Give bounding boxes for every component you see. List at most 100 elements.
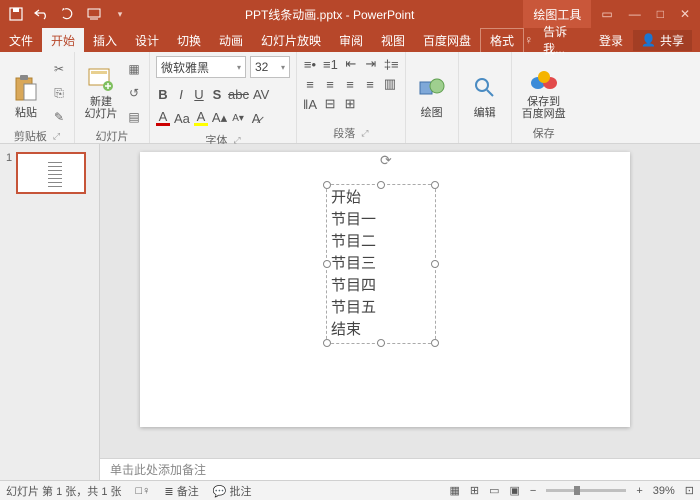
resize-handle[interactable] <box>323 260 331 268</box>
resize-handle[interactable] <box>431 339 439 347</box>
bold-button[interactable]: B <box>156 86 170 102</box>
resize-handle[interactable] <box>323 339 331 347</box>
start-from-beginning-icon[interactable] <box>86 6 102 22</box>
undo-icon[interactable] <box>34 6 50 22</box>
text-line: 节目一 <box>331 209 431 231</box>
resize-handle[interactable] <box>377 339 385 347</box>
editing-button[interactable]: 编辑 <box>465 56 505 120</box>
ribbon-options-icon[interactable]: ▭ <box>601 7 612 21</box>
tab-transition[interactable]: 切换 <box>168 28 210 52</box>
window-title: PPT线条动画.pptx - PowerPoint <box>136 6 523 23</box>
zoom-slider[interactable] <box>546 489 626 492</box>
align-right-button[interactable]: ≡ <box>343 76 357 92</box>
font-name-combo[interactable]: 微软雅黑▾ <box>156 56 246 78</box>
section-icon[interactable]: ▤ <box>125 108 143 126</box>
save-icon[interactable] <box>8 6 24 22</box>
align-left-button[interactable]: ≡ <box>303 76 317 92</box>
tab-animation[interactable]: 动画 <box>210 28 252 52</box>
new-slide-icon <box>87 66 115 94</box>
copy-icon[interactable]: ⎘ <box>50 84 68 102</box>
editing-group-label <box>465 139 505 141</box>
comments-toggle[interactable]: 💬 批注 <box>213 483 252 499</box>
slide-thumbnail[interactable]: 1 <box>6 152 93 194</box>
zoom-out-icon[interactable]: − <box>530 485 536 497</box>
paste-icon <box>12 74 40 102</box>
textbox-content[interactable]: 开始 节目一 节目二 节目三 节目四 节目五 结束 <box>327 185 435 343</box>
slide-canvas[interactable]: ⟳ 开始 节目一 节目二 节目三 节目四 <box>100 144 700 458</box>
underline-button[interactable]: U <box>192 86 206 102</box>
justify-button[interactable]: ≡ <box>363 76 377 92</box>
notes-pane[interactable]: 单击此处添加备注 <box>100 458 700 480</box>
cut-icon[interactable]: ✂ <box>50 60 68 78</box>
layout-icon[interactable]: ▦ <box>125 60 143 78</box>
align-center-button[interactable]: ≡ <box>323 76 337 92</box>
tab-view[interactable]: 视图 <box>372 28 414 52</box>
login-button[interactable]: 登录 <box>599 32 623 49</box>
change-case-button[interactable]: Aa <box>174 110 190 126</box>
italic-button[interactable]: I <box>174 86 188 102</box>
redo-icon[interactable] <box>60 6 76 22</box>
zoom-in-icon[interactable]: + <box>636 485 642 497</box>
tab-format[interactable]: 格式 <box>480 28 524 52</box>
highlight-button[interactable]: A <box>194 110 208 126</box>
indent-decrease-button[interactable]: ⇤ <box>344 56 358 72</box>
font-color-button[interactable]: A <box>156 110 170 126</box>
numbering-button[interactable]: ≡1 <box>323 56 338 72</box>
thumbnail-preview <box>16 152 86 194</box>
slideshow-view-icon[interactable]: ▣ <box>509 484 519 497</box>
spellcheck-icon[interactable]: □♀ <box>136 485 151 497</box>
grow-font-button[interactable]: A▴ <box>212 110 227 126</box>
zoom-level[interactable]: 39% <box>653 485 675 497</box>
maximize-icon[interactable]: □ <box>657 7 664 21</box>
columns-button[interactable]: ▥ <box>383 76 397 92</box>
clipboard-launcher-icon[interactable]: ⤢ <box>53 131 60 142</box>
resize-handle[interactable] <box>431 260 439 268</box>
reset-icon[interactable]: ↺ <box>125 84 143 102</box>
tab-design[interactable]: 设计 <box>126 28 168 52</box>
rotate-handle-icon[interactable]: ⟳ <box>380 152 392 169</box>
close-icon[interactable]: ✕ <box>680 7 690 21</box>
reading-view-icon[interactable]: ▭ <box>489 484 499 497</box>
resize-handle[interactable] <box>431 181 439 189</box>
resize-handle[interactable] <box>377 181 385 189</box>
text-direction-button[interactable]: ‖A <box>303 96 317 112</box>
tab-insert[interactable]: 插入 <box>84 28 126 52</box>
text-line: 节目五 <box>331 297 431 319</box>
shrink-font-button[interactable]: A▾ <box>231 110 245 126</box>
shadow-button[interactable]: S <box>210 86 224 102</box>
work-area: 1 ⟳ 开始 节目一 节目二 <box>0 144 700 480</box>
minimize-icon[interactable]: — <box>629 7 641 21</box>
qat-dropdown-icon[interactable]: ▾ <box>112 6 128 22</box>
drawing-button[interactable]: 绘图 <box>412 56 452 120</box>
notes-toggle[interactable]: ≣ 备注 <box>164 483 198 499</box>
tab-home[interactable]: 开始 <box>42 28 84 52</box>
indent-increase-button[interactable]: ⇥ <box>364 56 378 72</box>
format-painter-icon[interactable]: ✎ <box>50 108 68 126</box>
tab-file[interactable]: 文件 <box>0 28 42 52</box>
group-paragraph: ≡• ≡1 ⇤ ⇥ ‡≡ ≡ ≡ ≡ ≡ ▥ ‖A ⊟ ⊞ 段落⤢ <box>297 52 406 143</box>
resize-handle[interactable] <box>323 181 331 189</box>
text-line: 节目二 <box>331 231 431 253</box>
slides-group-label: 幻灯片 <box>81 126 143 144</box>
tab-review[interactable]: 审阅 <box>330 28 372 52</box>
paste-button[interactable]: 粘贴 <box>6 56 46 120</box>
save-to-baidu-button[interactable]: 保存到 百度网盘 <box>518 56 570 120</box>
spacing-button[interactable]: AV <box>253 86 269 102</box>
paragraph-launcher-icon[interactable]: ⤢ <box>361 128 368 139</box>
sorter-view-icon[interactable]: ⊞ <box>470 484 479 497</box>
group-slides: 新建 幻灯片 ▦ ↺ ▤ 幻灯片 <box>75 52 150 143</box>
share-button[interactable]: 👤 共享 <box>633 30 692 51</box>
normal-view-icon[interactable]: ▦ <box>449 484 459 497</box>
font-size-combo[interactable]: 32▾ <box>250 56 290 78</box>
new-slide-button[interactable]: 新建 幻灯片 <box>81 56 121 120</box>
tab-baidu[interactable]: 百度网盘 <box>414 28 480 52</box>
line-spacing-button[interactable]: ‡≡ <box>384 56 399 72</box>
bullets-button[interactable]: ≡• <box>303 56 317 72</box>
align-text-button[interactable]: ⊟ <box>323 96 337 112</box>
strikethrough-button[interactable]: abc <box>228 86 249 102</box>
selected-textbox[interactable]: 开始 节目一 节目二 节目三 节目四 节目五 结束 <box>326 184 436 344</box>
smartart-button[interactable]: ⊞ <box>343 96 357 112</box>
clear-format-button[interactable]: A̷ <box>249 110 263 126</box>
tab-slideshow[interactable]: 幻灯片放映 <box>252 28 330 52</box>
fit-window-icon[interactable]: ⊡ <box>685 484 694 497</box>
